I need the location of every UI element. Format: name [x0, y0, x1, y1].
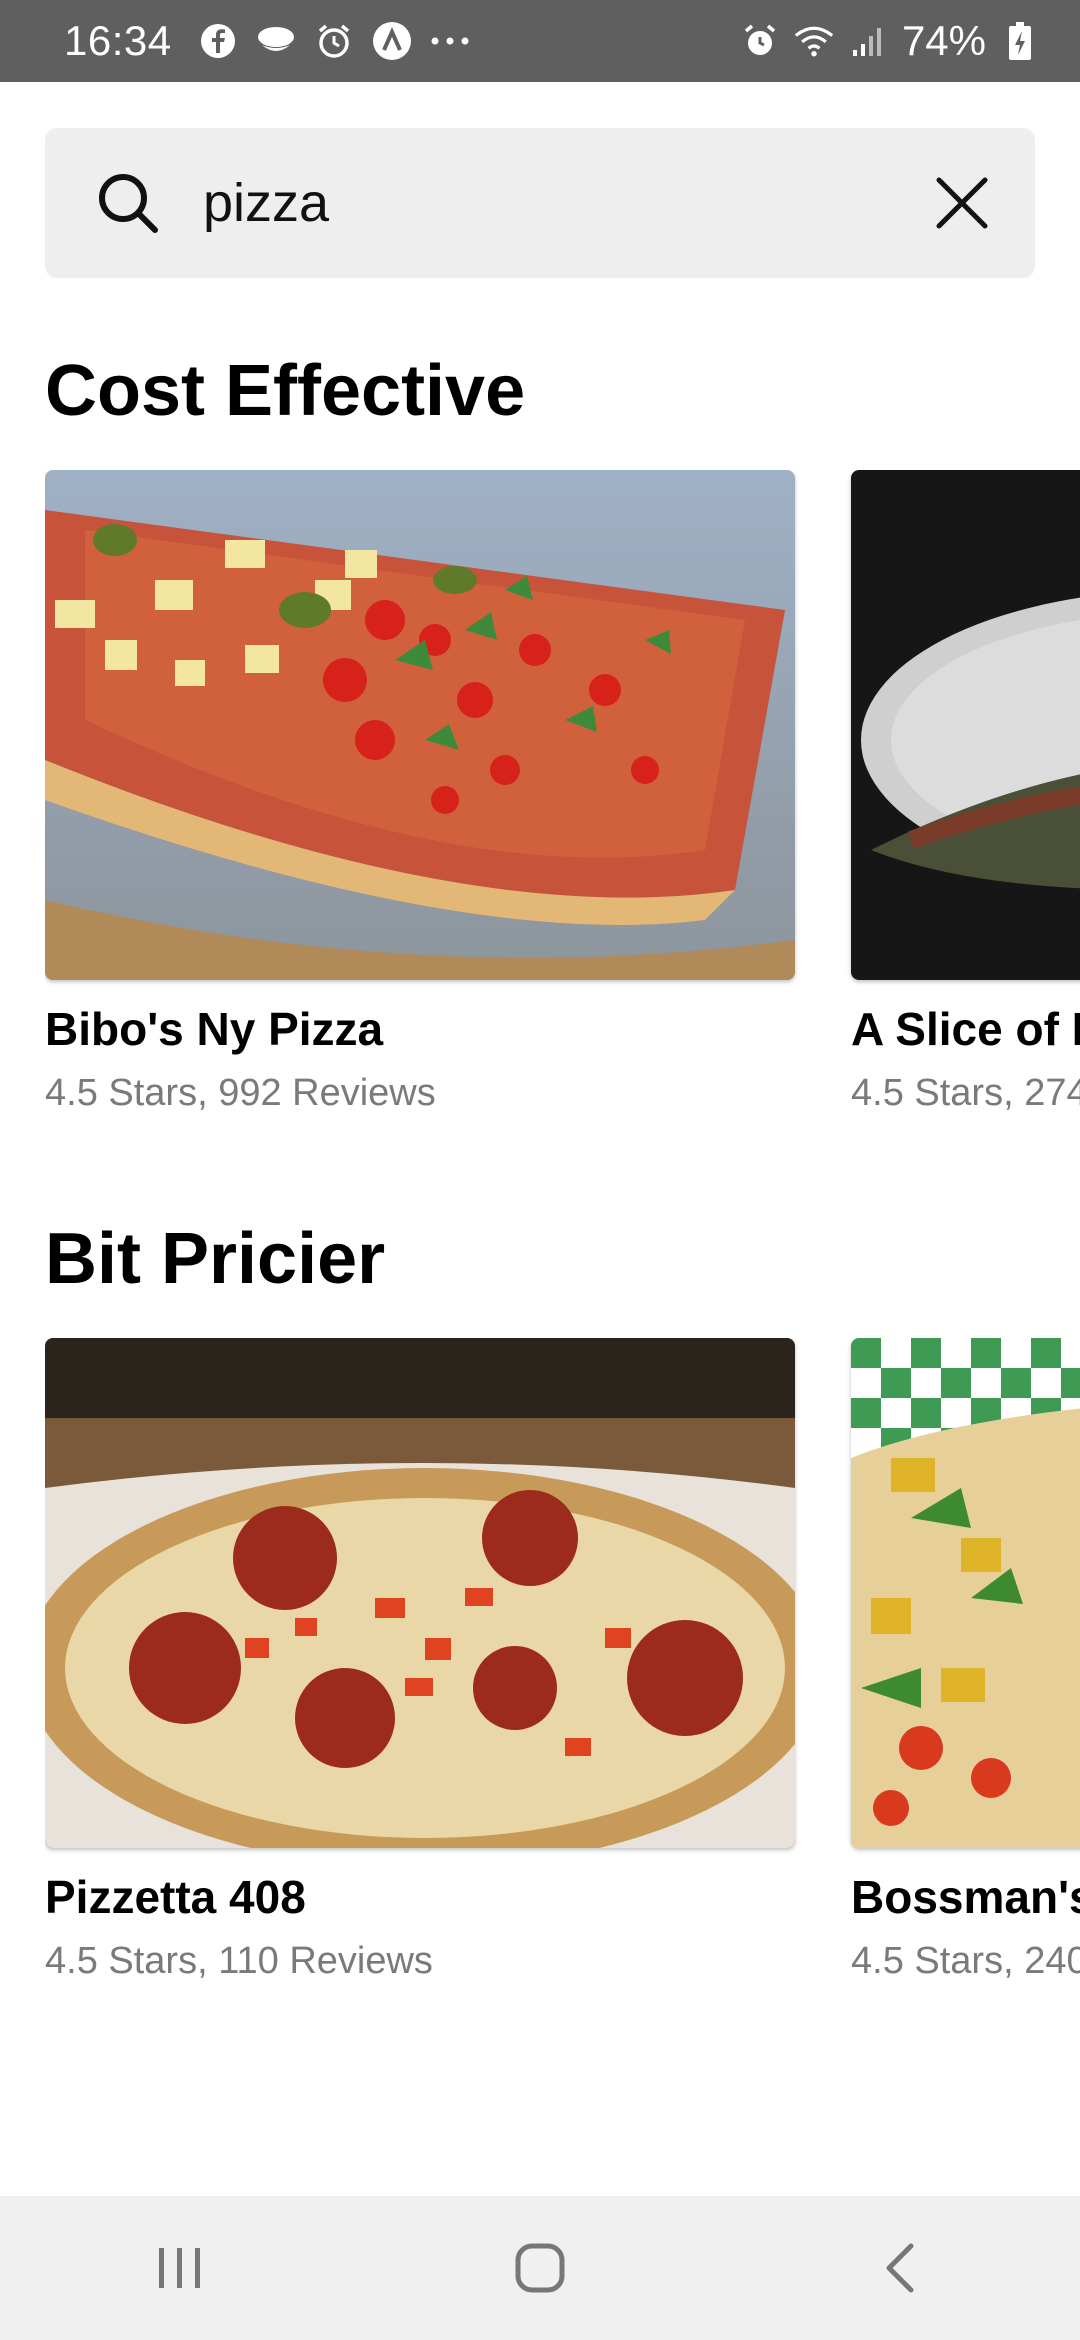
- close-icon[interactable]: [929, 170, 995, 236]
- notification-icons: [198, 21, 470, 61]
- search-input[interactable]: [203, 172, 929, 234]
- restaurant-card[interactable]: A Slice of New York 4.5 Stars, 274 Revie…: [851, 470, 1080, 1115]
- restaurant-rating: 4.5 Stars, 240 Reviews: [851, 1940, 1080, 1982]
- alarm-clock-icon: [314, 21, 354, 61]
- restaurant-photo[interactable]: [851, 470, 1080, 980]
- restaurant-name[interactable]: A Slice of New York: [851, 1002, 1080, 1056]
- home-button[interactable]: [480, 2218, 600, 2318]
- app-a-icon: [372, 21, 412, 61]
- section-title-bit-pricier: Bit Pricier: [45, 1219, 386, 1299]
- restaurant-name[interactable]: Pizzetta 408: [45, 1870, 795, 1924]
- alarm-icon: [740, 21, 780, 61]
- restaurant-rating: 4.5 Stars, 110 Reviews: [45, 1940, 433, 1982]
- restaurant-rating: 4.5 Stars, 992 Reviews: [45, 1072, 436, 1114]
- battery-percent: 74%: [901, 17, 986, 64]
- signal-icon: [848, 21, 888, 61]
- back-icon: [886, 2243, 914, 2293]
- system-icons: 74%: [740, 17, 1040, 65]
- battery-charging-icon: [1000, 21, 1040, 61]
- status-time: 16:34: [64, 17, 172, 64]
- back-button[interactable]: [840, 2218, 960, 2318]
- recent-apps-icon: [159, 2248, 200, 2288]
- wifi-icon: [794, 21, 834, 61]
- search-icon[interactable]: [93, 168, 163, 238]
- search-bar: [45, 128, 1035, 278]
- status-bar: 16:34 74%: [0, 0, 1080, 82]
- restaurant-name[interactable]: Bibo's Ny Pizza: [45, 1002, 795, 1056]
- restaurant-rating: 4.5 Stars, 274 Reviews: [851, 1072, 1080, 1114]
- chat-bubble-icon: [256, 21, 296, 61]
- restaurant-photo[interactable]: [45, 1338, 795, 1848]
- restaurant-name[interactable]: Bossman's Pizza: [851, 1870, 1080, 1924]
- restaurant-card[interactable]: Bossman's Pizza 4.5 Stars, 240 Reviews: [851, 1338, 1080, 1983]
- carousel-bit-pricier[interactable]: Pizzetta 408 4.5 Stars, 110 Reviews Boss…: [45, 1338, 1080, 1998]
- restaurant-card[interactable]: Bibo's Ny Pizza 4.5 Stars, 992 Reviews: [45, 470, 795, 1115]
- home-icon: [515, 2243, 565, 2293]
- restaurant-photo[interactable]: [851, 1338, 1080, 1848]
- system-nav-bar: [0, 2196, 1080, 2340]
- restaurant-card[interactable]: Pizzetta 408 4.5 Stars, 110 Reviews: [45, 1338, 795, 1983]
- carousel-cost-effective[interactable]: Bibo's Ny Pizza 4.5 Stars, 992 Reviews A…: [45, 470, 1080, 1130]
- section-title-cost-effective: Cost Effective: [45, 351, 526, 431]
- facebook-icon: [198, 21, 238, 61]
- recent-apps-button[interactable]: [120, 2218, 240, 2318]
- restaurant-photo[interactable]: [45, 470, 795, 980]
- more-dots-icon: [430, 21, 470, 61]
